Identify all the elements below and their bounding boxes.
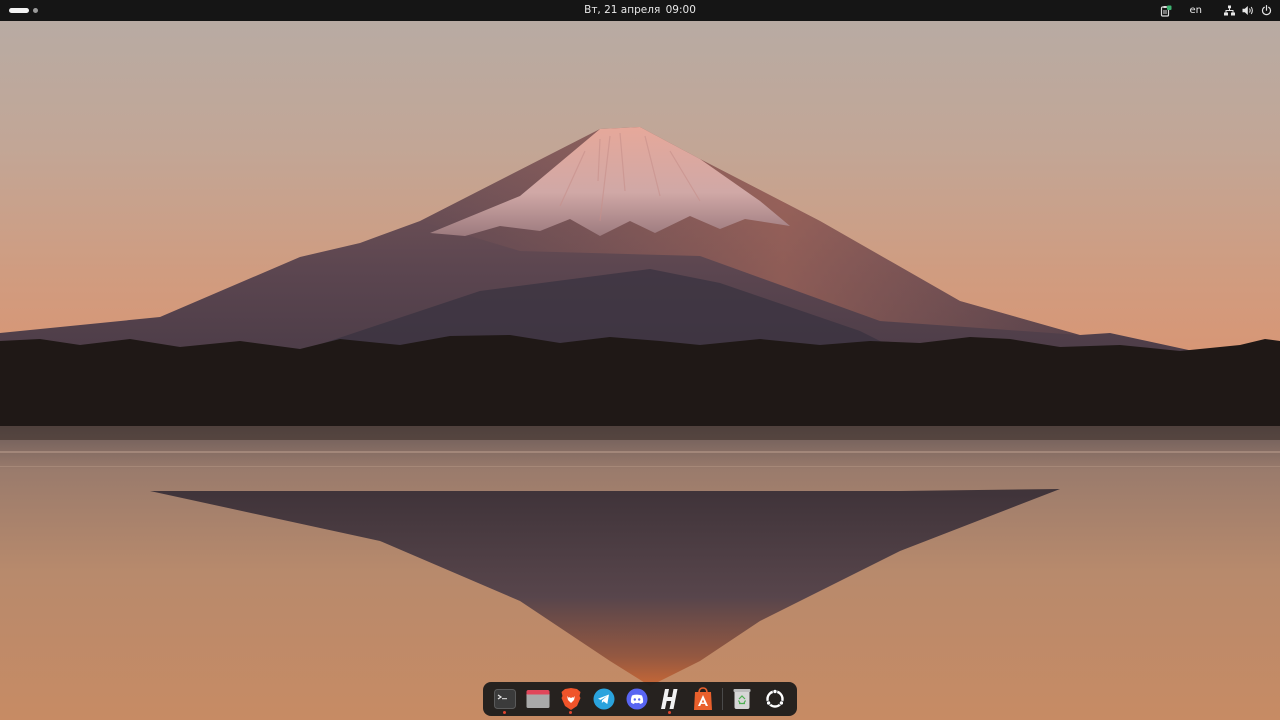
app-center-icon bbox=[693, 687, 712, 710]
clock-date: Вт, 21 апреля bbox=[584, 4, 661, 16]
top-panel: Вт, 21 апреля 09:00 en bbox=[0, 0, 1280, 21]
trash-icon bbox=[733, 689, 751, 709]
workspace-active-pill[interactable] bbox=[9, 8, 29, 13]
system-status-menu[interactable] bbox=[1224, 0, 1272, 21]
dock-item-files[interactable] bbox=[521, 682, 554, 716]
telegram-plane-icon bbox=[593, 688, 614, 710]
dock-item-hedgedoc[interactable] bbox=[653, 682, 686, 716]
brave-lion-icon bbox=[561, 688, 580, 710]
running-indicator bbox=[668, 711, 671, 714]
keyboard-layout-indicator[interactable]: en bbox=[1190, 0, 1203, 21]
dock-separator bbox=[722, 688, 723, 710]
workspace-indicator[interactable] bbox=[9, 5, 38, 16]
clock-button[interactable]: Вт, 21 апреля 09:00 bbox=[560, 0, 720, 21]
running-indicator bbox=[569, 711, 572, 714]
terminal-icon bbox=[493, 689, 516, 709]
dock-item-brave[interactable] bbox=[554, 682, 587, 716]
dock bbox=[483, 682, 797, 716]
dock-item-show-apps[interactable] bbox=[759, 682, 792, 716]
workspace-dot[interactable] bbox=[33, 8, 38, 13]
running-indicator bbox=[503, 711, 506, 714]
dock-item-trash[interactable] bbox=[726, 682, 759, 716]
language-label: en bbox=[1189, 5, 1203, 16]
power-icon bbox=[1261, 0, 1272, 21]
clipboard-indicator-icon[interactable] bbox=[1160, 0, 1172, 21]
show-apps-icon bbox=[766, 689, 785, 708]
system-tray: en bbox=[1160, 0, 1273, 21]
speaker-volume-icon bbox=[1242, 0, 1254, 21]
wired-network-icon bbox=[1224, 0, 1235, 21]
clock-time: 09:00 bbox=[665, 4, 696, 16]
mountain-lake-wallpaper-image bbox=[0, 21, 1280, 720]
dock-item-discord[interactable] bbox=[620, 682, 653, 716]
files-folder-icon bbox=[526, 690, 549, 708]
dock-item-app-center[interactable] bbox=[686, 682, 719, 716]
discord-icon bbox=[626, 688, 647, 710]
dock-item-terminal[interactable] bbox=[488, 682, 521, 716]
dock-item-telegram[interactable] bbox=[587, 682, 620, 716]
h-letter-icon bbox=[660, 689, 677, 709]
desktop: Вт, 21 апреля 09:00 en bbox=[0, 0, 1280, 720]
desktop-wallpaper bbox=[0, 21, 1280, 720]
